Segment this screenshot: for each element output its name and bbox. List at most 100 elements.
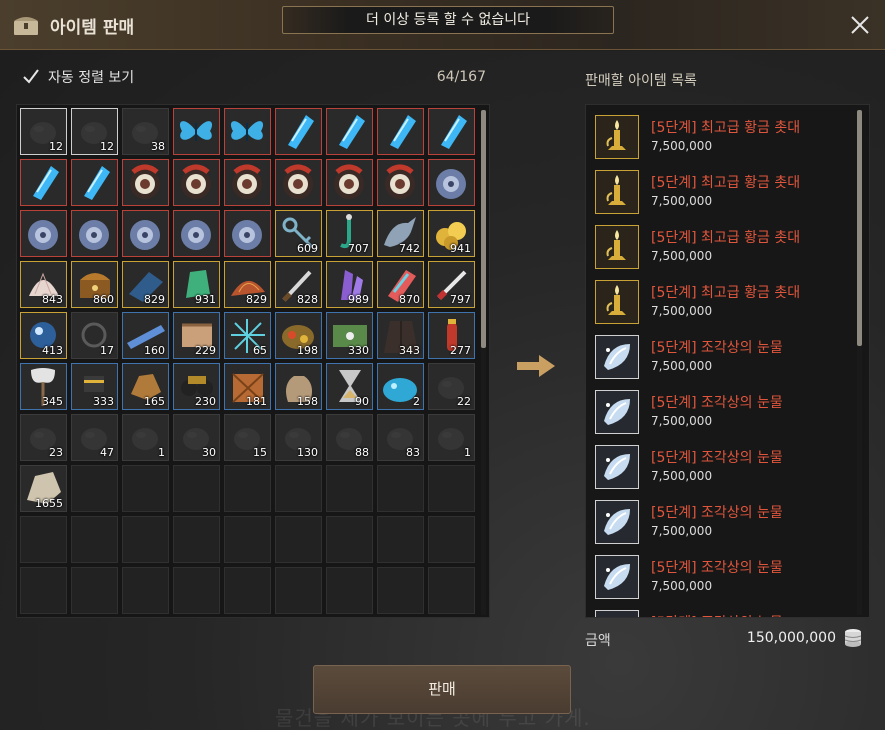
inventory-slot-empty[interactable]	[224, 567, 271, 614]
inventory-slot[interactable]: 330	[326, 312, 373, 359]
inventory-slot[interactable]	[428, 159, 475, 206]
inventory-slot-empty[interactable]	[326, 567, 373, 614]
inventory-slot-empty[interactable]	[173, 516, 220, 563]
inventory-slot[interactable]	[326, 159, 373, 206]
inventory-slot[interactable]: 30	[173, 414, 220, 461]
inventory-slot[interactable]: 609	[275, 210, 322, 257]
inventory-slot[interactable]: 870	[377, 261, 424, 308]
inventory-slot[interactable]: 413	[20, 312, 67, 359]
inventory-slot[interactable]	[173, 108, 220, 155]
inventory-slot[interactable]	[173, 210, 220, 257]
inventory-slot[interactable]: 931	[173, 261, 220, 308]
inventory-slot[interactable]: 829	[122, 261, 169, 308]
inventory-slot[interactable]: 797	[428, 261, 475, 308]
inventory-slot[interactable]: 22	[428, 363, 475, 410]
inventory-slot-empty[interactable]	[173, 465, 220, 512]
inventory-slot[interactable]: 989	[326, 261, 373, 308]
inventory-slot[interactable]: 83	[377, 414, 424, 461]
sell-list-item[interactable]: [5단계] 최고급 황금 촛대 7,500,000	[594, 165, 854, 220]
inventory-slot[interactable]: 742	[377, 210, 424, 257]
inventory-slot[interactable]	[275, 108, 322, 155]
inventory-slot[interactable]: 2	[377, 363, 424, 410]
inventory-scrollbar[interactable]	[481, 110, 486, 615]
inventory-slot[interactable]: 229	[173, 312, 220, 359]
inventory-slot[interactable]: 158	[275, 363, 322, 410]
inventory-scroll-thumb[interactable]	[481, 110, 486, 348]
inventory-slot-empty[interactable]	[71, 516, 118, 563]
sell-list-item[interactable]: [5단계] 조각상의 눈물 7,500,000	[594, 495, 854, 550]
sell-list-item[interactable]: [5단계] 조각상의 눈물 7,500,000	[594, 330, 854, 385]
inventory-slot-empty[interactable]	[224, 516, 271, 563]
inventory-slot[interactable]	[71, 210, 118, 257]
sell-list-item[interactable]: [5단계] 조각상의 눈물 7,500,000	[594, 385, 854, 440]
inventory-slot[interactable]: 707	[326, 210, 373, 257]
inventory-slot-empty[interactable]	[326, 516, 373, 563]
inventory-slot[interactable]: 198	[275, 312, 322, 359]
inventory-slot[interactable]	[122, 159, 169, 206]
inventory-slot[interactable]: 277	[428, 312, 475, 359]
inventory-slot-empty[interactable]	[122, 465, 169, 512]
inventory-slot[interactable]: 15	[224, 414, 271, 461]
inventory-slot[interactable]	[428, 108, 475, 155]
inventory-slot-empty[interactable]	[428, 567, 475, 614]
inventory-slot-empty[interactable]	[20, 516, 67, 563]
sell-list-item[interactable]: [5단계] 조각상의 눈물 7,500,000	[594, 550, 854, 605]
inventory-slot-empty[interactable]	[275, 516, 322, 563]
inventory-slot-empty[interactable]	[377, 465, 424, 512]
inventory-slot[interactable]	[275, 159, 322, 206]
inventory-slot-empty[interactable]	[377, 567, 424, 614]
inventory-slot[interactable]: 343	[377, 312, 424, 359]
sell-list-item[interactable]: [5단계] 조각상의 눈물	[594, 605, 854, 617]
inventory-slot[interactable]: 65	[224, 312, 271, 359]
inventory-slot[interactable]	[326, 108, 373, 155]
inventory-slot[interactable]: 860	[71, 261, 118, 308]
inventory-slot[interactable]: 1	[428, 414, 475, 461]
inventory-slot-empty[interactable]	[275, 567, 322, 614]
inventory-slot[interactable]: 165	[122, 363, 169, 410]
inventory-slot[interactable]: 345	[20, 363, 67, 410]
inventory-slot[interactable]: 17	[71, 312, 118, 359]
sell-list-item[interactable]: [5단계] 최고급 황금 촛대 7,500,000	[594, 110, 854, 165]
inventory-slot-empty[interactable]	[71, 567, 118, 614]
inventory-slot[interactable]: 828	[275, 261, 322, 308]
sell-button[interactable]: 판매	[313, 665, 571, 714]
inventory-slot[interactable]	[173, 159, 220, 206]
sell-list-item[interactable]: [5단계] 최고급 황금 촛대 7,500,000	[594, 220, 854, 275]
inventory-slot[interactable]: 38	[122, 108, 169, 155]
inventory-slot[interactable]: 181	[224, 363, 271, 410]
inventory-slot-empty[interactable]	[275, 465, 322, 512]
inventory-slot[interactable]: 333	[71, 363, 118, 410]
inventory-slot[interactable]: 90	[326, 363, 373, 410]
sell-list-item[interactable]: [5단계] 조각상의 눈물 7,500,000	[594, 440, 854, 495]
inventory-slot[interactable]: 1655	[20, 465, 67, 512]
close-icon[interactable]	[849, 14, 871, 36]
inventory-slot-empty[interactable]	[326, 465, 373, 512]
inventory-slot[interactable]: 1	[122, 414, 169, 461]
sell-list-scrollbar[interactable]	[857, 110, 862, 615]
inventory-slot[interactable]: 843	[20, 261, 67, 308]
inventory-slot[interactable]: 12	[20, 108, 67, 155]
sell-list-item[interactable]: [5단계] 최고급 황금 촛대 7,500,000	[594, 275, 854, 330]
inventory-slot-empty[interactable]	[224, 465, 271, 512]
inventory-slot-empty[interactable]	[122, 567, 169, 614]
sell-list-scroll-thumb[interactable]	[857, 110, 862, 346]
inventory-slot[interactable]	[224, 108, 271, 155]
inventory-slot[interactable]: 23	[20, 414, 67, 461]
auto-sort-toggle[interactable]: 자동 정렬 보기	[22, 67, 134, 87]
inventory-slot[interactable]	[20, 159, 67, 206]
inventory-slot[interactable]	[377, 108, 424, 155]
inventory-slot[interactable]	[224, 159, 271, 206]
inventory-slot[interactable]	[377, 159, 424, 206]
inventory-slot[interactable]: 941	[428, 210, 475, 257]
inventory-slot-empty[interactable]	[122, 516, 169, 563]
inventory-slot[interactable]: 47	[71, 414, 118, 461]
inventory-slot[interactable]: 12	[71, 108, 118, 155]
inventory-slot-empty[interactable]	[377, 516, 424, 563]
inventory-slot[interactable]	[122, 210, 169, 257]
inventory-slot[interactable]: 829	[224, 261, 271, 308]
inventory-slot[interactable]: 130	[275, 414, 322, 461]
inventory-slot-empty[interactable]	[173, 567, 220, 614]
inventory-slot[interactable]	[20, 210, 67, 257]
inventory-slot[interactable]: 160	[122, 312, 169, 359]
inventory-slot-empty[interactable]	[428, 516, 475, 563]
